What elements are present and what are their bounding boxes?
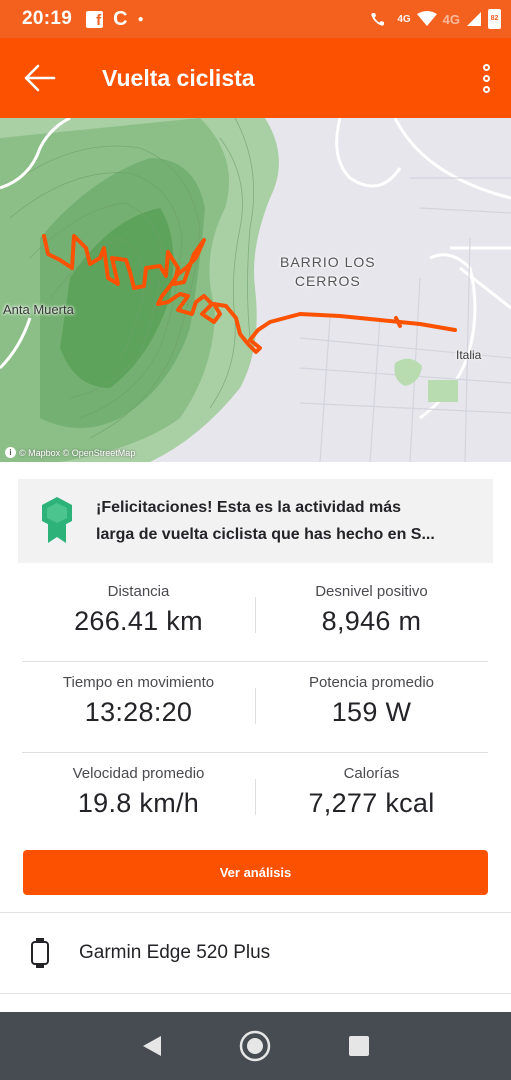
stat-label: Velocidad promedio — [72, 765, 205, 782]
view-analysis-button[interactable]: Ver análisis — [23, 850, 488, 895]
stat-label: Distancia — [107, 583, 170, 600]
map-label-street: Italia — [456, 348, 482, 362]
stat-row: Distancia 266.41 km Desnivel positivo 8,… — [22, 571, 488, 662]
recents-square-icon — [349, 1036, 370, 1056]
more-dot — [482, 74, 490, 82]
stat-row: Tiempo en movimiento 13:28:20 Potencia p… — [22, 662, 488, 753]
district-line-1: BARRIO LOS — [280, 254, 376, 270]
stat-value: 13:28:20 — [84, 697, 193, 727]
dot-icon: ● — [137, 13, 144, 25]
notification-icons: f C ● — [86, 9, 144, 29]
home-circle-icon — [240, 1030, 271, 1062]
more-options-button[interactable] — [461, 38, 511, 118]
stat-divider — [255, 597, 256, 633]
network-label-data: 4G — [442, 11, 460, 27]
achievement-banner[interactable]: ¡Felicitaciones! Esta es la actividad má… — [18, 479, 493, 563]
map-attribution[interactable]: i © Mapbox © OpenStreetMap — [5, 447, 135, 458]
map-attribution-text: © Mapbox © OpenStreetMap — [19, 447, 136, 458]
stat-value: 8,946 m — [321, 606, 422, 636]
more-dot — [482, 85, 490, 93]
watch-icon — [31, 938, 49, 968]
facebook-icon: f — [86, 10, 104, 28]
battery-level: 82 — [490, 15, 499, 22]
page-title: Vuelta ciclista — [102, 64, 255, 91]
device-row[interactable]: Garmin Edge 520 Plus — [0, 912, 511, 994]
stat-average-power: Potencia promedio 159 W — [255, 662, 488, 752]
stat-value: 159 W — [331, 697, 412, 727]
arrow-left-icon — [24, 64, 56, 92]
stat-elevation-gain: Desnivel positivo 8,946 m — [255, 571, 488, 661]
achievement-line-2: larga de vuelta ciclista que has hecho e… — [96, 526, 435, 543]
stats-grid: Distancia 266.41 km Desnivel positivo 8,… — [22, 571, 488, 844]
signal-icon — [467, 12, 481, 26]
nav-recents-button[interactable] — [339, 1026, 379, 1066]
route-map[interactable]: BARRIO LOS CERROS Anta Muerta Italia i ©… — [0, 118, 511, 462]
sync-icon: C — [113, 8, 128, 30]
stat-value: 7,277 kcal — [308, 788, 435, 818]
stat-value: 266.41 km — [74, 606, 203, 636]
nav-back-button[interactable] — [132, 1026, 172, 1066]
map-label-place: Anta Muerta — [3, 302, 74, 317]
status-bar: 20:19 f C ● 4G 4G 82 — [0, 0, 511, 38]
back-button[interactable] — [0, 38, 80, 118]
stat-divider — [255, 688, 256, 724]
achievement-line-1: ¡Felicitaciones! Esta es la actividad má… — [96, 499, 402, 516]
app-bar: Vuelta ciclista — [0, 38, 511, 118]
system-icons: 4G 4G 82 — [369, 9, 501, 29]
stat-distance: Distancia 266.41 km — [22, 571, 255, 661]
nav-home-button[interactable] — [235, 1026, 275, 1066]
network-label-volte: 4G — [397, 13, 411, 25]
device-name: Garmin Edge 520 Plus — [79, 942, 271, 963]
stat-divider — [255, 779, 256, 815]
wifi-icon — [416, 11, 437, 26]
district-line-2: CERROS — [294, 273, 361, 289]
stat-label: Calorías — [343, 765, 400, 782]
stat-label: Tiempo en movimiento — [62, 674, 215, 691]
achievement-text: ¡Felicitaciones! Esta es la actividad má… — [96, 494, 435, 548]
status-time: 20:19 — [22, 8, 73, 29]
system-nav-bar — [0, 1012, 511, 1080]
medal-icon — [42, 497, 72, 543]
battery-icon: 82 — [488, 9, 501, 29]
back-triangle-icon — [142, 1036, 161, 1056]
stat-label: Potencia promedio — [308, 674, 435, 691]
stat-value: 19.8 km/h — [77, 788, 200, 818]
info-icon: i — [5, 447, 16, 458]
stat-label: Desnivel positivo — [315, 583, 428, 600]
map-label-district: BARRIO LOS CERROS — [280, 253, 376, 291]
stat-moving-time: Tiempo en movimiento 13:28:20 — [22, 662, 255, 752]
more-dot — [482, 63, 490, 71]
stat-row: Velocidad promedio 19.8 km/h Calorías 7,… — [22, 753, 488, 844]
stat-calories: Calorías 7,277 kcal — [255, 753, 488, 844]
map-canvas — [0, 118, 511, 462]
call-4g-icon — [371, 13, 385, 26]
stat-average-speed: Velocidad promedio 19.8 km/h — [22, 753, 255, 844]
